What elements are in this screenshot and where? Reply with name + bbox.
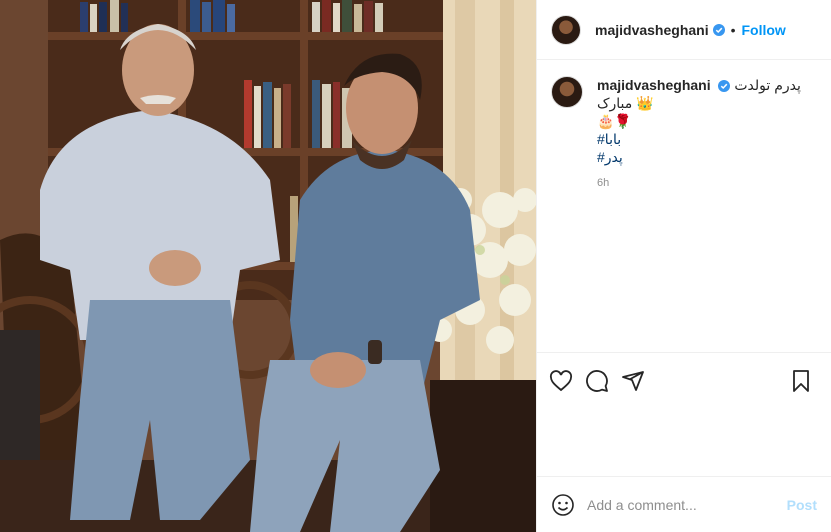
author-username[interactable]: majidvasheghani [595, 22, 709, 38]
post-comment-button[interactable]: Post [787, 497, 817, 513]
verified-badge-icon [712, 23, 725, 36]
heart-icon[interactable] [549, 369, 573, 393]
caption-avatar[interactable] [551, 76, 583, 108]
hashtag-link[interactable]: #بابا [597, 130, 817, 148]
author-avatar[interactable] [551, 14, 581, 45]
post-timestamp[interactable]: 6h [597, 174, 817, 192]
separator-dot: • [730, 21, 736, 38]
caption-body: majidvasheghani پدرم تولدت مبارک 👑 🎂🌹 #ب… [597, 76, 817, 192]
caption-username[interactable]: majidvasheghani [597, 77, 711, 93]
comment-icon[interactable] [585, 369, 609, 393]
follow-button[interactable]: Follow [742, 22, 786, 38]
bookmark-icon[interactable] [789, 369, 813, 393]
action-bar [537, 352, 831, 408]
hashtag-link[interactable]: #پدر [597, 148, 817, 166]
emoji-icon[interactable] [551, 493, 575, 517]
post-sidebar: majidvasheghani • Follow majidvasheghani [536, 0, 831, 532]
caption-row: majidvasheghani پدرم تولدت مبارک 👑 🎂🌹 #ب… [551, 76, 817, 192]
instagram-post-modal: majidvasheghani • Follow majidvasheghani [0, 0, 831, 532]
comment-input[interactable] [587, 496, 787, 513]
engagement-area [537, 408, 831, 476]
share-icon[interactable] [621, 369, 645, 393]
caption-emojis: 🎂🌹 [597, 113, 632, 129]
post-photo[interactable] [0, 0, 536, 532]
post-header: majidvasheghani • Follow [537, 0, 831, 60]
add-comment-bar: Post [537, 476, 831, 532]
photo-illustration [0, 0, 536, 532]
verified-badge-icon [718, 80, 731, 93]
comments-section: majidvasheghani پدرم تولدت مبارک 👑 🎂🌹 #ب… [537, 60, 831, 352]
